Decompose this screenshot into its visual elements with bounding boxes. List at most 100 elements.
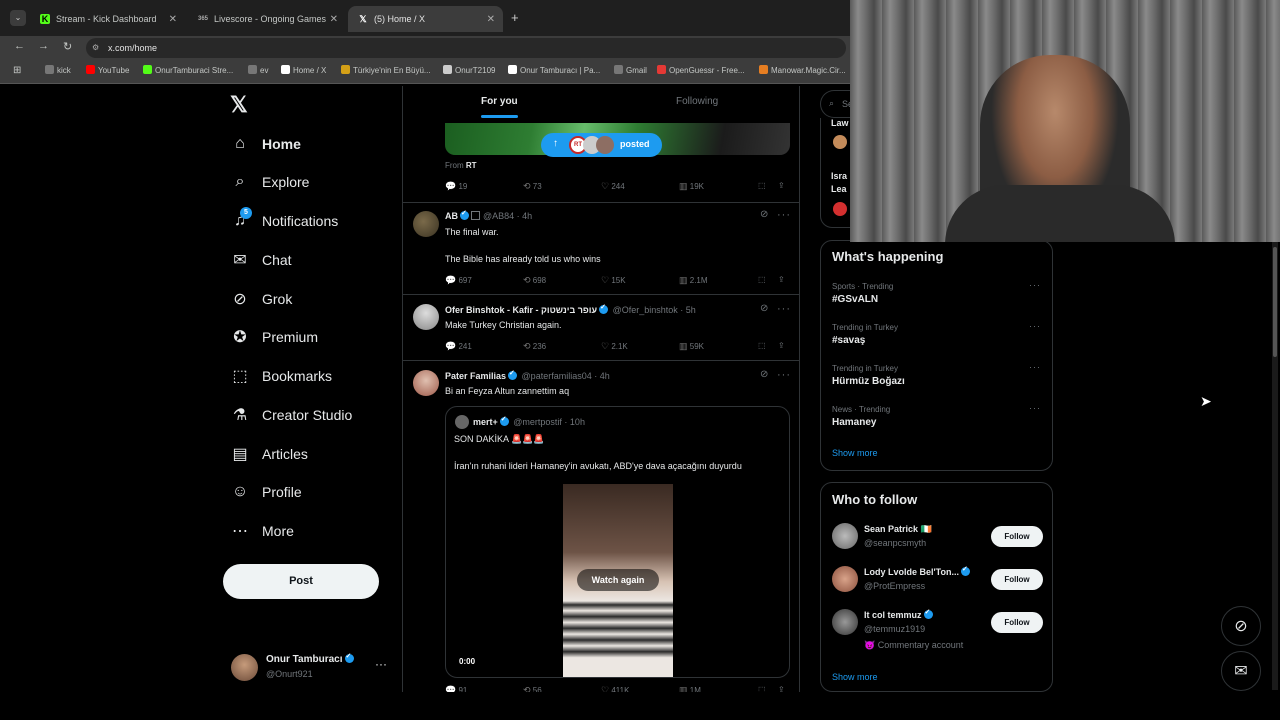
nav-item-articles[interactable]: ▤ Articles	[231, 443, 307, 465]
apps-grid-icon[interactable]: ⊞	[13, 65, 21, 76]
reply-button[interactable]: 💬 697	[445, 275, 472, 286]
nav-item-premium[interactable]: ✪ Premium	[231, 326, 318, 348]
x-logo-icon[interactable]: 𝕏	[230, 92, 248, 118]
nav-item-bookmarks[interactable]: ⬚ Bookmarks	[231, 365, 332, 387]
share-button[interactable]: ⇪	[778, 341, 785, 350]
page-scrollbar[interactable]	[1272, 242, 1278, 690]
nav-item-notifications[interactable]: ♫ 5 Notifications	[231, 207, 338, 232]
nav-item-more[interactable]: ⋯ More	[231, 520, 294, 542]
repost-button[interactable]: ⟲ 698	[523, 275, 546, 286]
account-switcher[interactable]: Onur Tamburacı @Onurt921 ···	[231, 652, 391, 683]
bookmark-item[interactable]: ev	[248, 65, 268, 75]
share-button[interactable]: ⇪	[778, 685, 785, 692]
share-button[interactable]: ⇪	[778, 181, 785, 190]
trend-more-icon[interactable]: ···	[1029, 280, 1041, 290]
like-button[interactable]: ♡ 15K	[601, 275, 626, 286]
bookmark-item[interactable]: Gmail	[614, 65, 647, 75]
close-tab-icon[interactable]: ✕	[169, 14, 177, 25]
new-tab-button[interactable]: +	[511, 10, 519, 25]
follow-avatar[interactable]	[832, 609, 858, 635]
bookmark-item[interactable]: Home / X	[281, 65, 326, 75]
grok-icon[interactable]: ⊘	[760, 303, 769, 314]
follow-name[interactable]: Sean Patrick 🇮🇪	[864, 524, 932, 535]
grok-floating-button[interactable]: ⊘	[1221, 606, 1261, 646]
grok-icon[interactable]: ⊘	[760, 209, 769, 220]
close-tab-icon[interactable]: ✕	[330, 14, 338, 25]
follow-button[interactable]: Follow	[991, 569, 1043, 590]
tab-search-dropdown[interactable]: ⌄	[10, 10, 26, 26]
bookmark-item[interactable]: OnurT2109	[443, 65, 495, 75]
nav-item-grok[interactable]: ⊘ Grok	[231, 288, 292, 310]
views-button[interactable]: ▥ 19K	[679, 181, 704, 192]
grok-icon[interactable]: ⊘	[760, 369, 769, 380]
quoted-tweet[interactable]: mert+ @mertpostif · 10h SON DAKİKA 🚨🚨🚨 İ…	[445, 406, 790, 678]
reply-button[interactable]: 💬 19	[445, 181, 467, 192]
tweet-more-icon[interactable]: ···	[777, 303, 791, 315]
show-more-link[interactable]: Show more	[832, 672, 878, 682]
bookmark-item[interactable]: Manowar.Magic.Cir...	[759, 65, 846, 75]
forward-arrow-icon[interactable]: →	[38, 40, 49, 52]
bookmark-button[interactable]: ⬚	[758, 341, 766, 350]
video-player[interactable]: Watch again	[563, 484, 673, 677]
watch-again-button[interactable]: Watch again	[577, 569, 659, 591]
share-button[interactable]: ⇪	[778, 275, 785, 284]
show-more-link[interactable]: Show more	[832, 448, 878, 458]
tab-following[interactable]: Following	[676, 96, 718, 107]
reply-button[interactable]: 💬 241	[445, 341, 472, 352]
reload-icon[interactable]: ↻	[63, 40, 72, 53]
trend-more-icon[interactable]: ···	[1029, 362, 1041, 372]
tab-for-you[interactable]: For you	[481, 96, 518, 118]
trend-more-icon[interactable]: ···	[1029, 403, 1041, 413]
back-arrow-icon[interactable]: ←	[14, 40, 25, 52]
trend-name[interactable]: #savaş	[832, 335, 865, 346]
tweet-author[interactable]: Ofer Binshtok - Kafir - עופר בינשטוק @Of…	[445, 303, 696, 315]
follow-button[interactable]: Follow	[991, 612, 1043, 633]
bookmark-button[interactable]: ⬚	[758, 275, 766, 284]
browser-tab-x-home[interactable]: 𝕏 (5) Home / X ✕	[348, 6, 503, 32]
repost-button[interactable]: ⟲ 236	[523, 341, 546, 352]
nav-item-chat[interactable]: ✉ Chat	[231, 249, 291, 271]
tweet-more-icon[interactable]: ···	[777, 209, 791, 221]
nav-item-home[interactable]: ⌂ Home	[231, 133, 301, 155]
bookmark-item[interactable]: kick	[45, 65, 71, 75]
tweet-avatar[interactable]	[413, 211, 439, 237]
bookmark-item[interactable]: OpenGuessr - Free...	[657, 65, 745, 75]
trend-name[interactable]: #GSvALN	[832, 294, 878, 305]
trend-more-icon[interactable]: ···	[1029, 321, 1041, 331]
browser-tab-kick[interactable]: K Stream - Kick Dashboard ✕	[30, 6, 185, 32]
bookmark-item[interactable]: OnurTamburaci Stre...	[143, 65, 233, 75]
bookmark-button[interactable]: ⬚	[758, 181, 766, 190]
post-button[interactable]: Post	[223, 564, 379, 599]
tweet-more-icon[interactable]: ···	[777, 369, 791, 381]
like-button[interactable]: ♡ 411K	[601, 685, 629, 692]
account-more-icon[interactable]: ···	[375, 657, 387, 671]
trend-name[interactable]: Hamaney	[832, 417, 876, 428]
repost-button[interactable]: ⟲ 73	[523, 181, 542, 192]
repost-button[interactable]: ⟲ 56	[523, 685, 542, 692]
follow-avatar[interactable]	[832, 523, 858, 549]
messages-floating-button[interactable]: ✉	[1221, 651, 1261, 691]
like-button[interactable]: ♡ 2.1K	[601, 341, 628, 352]
browser-tab-livescore[interactable]: 365 Livescore - Ongoing Games an ✕	[188, 6, 346, 32]
trend-name[interactable]: Hürmüz Boğazı	[832, 376, 905, 387]
like-button[interactable]: ♡ 244	[601, 181, 625, 192]
follow-avatar[interactable]	[832, 566, 858, 592]
site-info-icon[interactable]: ⚙	[92, 38, 99, 58]
nav-item-explore[interactable]: ⌕ Explore	[231, 171, 310, 193]
views-button[interactable]: ▥ 2.1M	[679, 275, 708, 286]
follow-name[interactable]: Lody Lvolde Bel'Ton...	[864, 565, 972, 577]
nav-item-profile[interactable]: ☺ Profile	[231, 481, 302, 503]
tweet-avatar[interactable]	[413, 370, 439, 396]
follow-name[interactable]: It col temmuz	[864, 608, 935, 620]
reply-button[interactable]: 💬 91	[445, 685, 467, 692]
address-bar[interactable]: ⚙ x.com/home	[86, 38, 846, 58]
tweet-avatar[interactable]	[413, 304, 439, 330]
views-button[interactable]: ▥ 1M	[679, 685, 701, 692]
tweet-author[interactable]: AB @AB84 · 4h	[445, 209, 532, 221]
follow-button[interactable]: Follow	[991, 526, 1043, 547]
close-tab-icon[interactable]: ✕	[487, 14, 495, 25]
tweet-author[interactable]: Pater Familias @paterfamilias04 · 4h	[445, 369, 610, 381]
views-button[interactable]: ▥ 59K	[679, 341, 704, 352]
bookmark-item[interactable]: Türkiye'nin En Büyü...	[341, 65, 431, 75]
bookmark-button[interactable]: ⬚	[758, 685, 766, 692]
